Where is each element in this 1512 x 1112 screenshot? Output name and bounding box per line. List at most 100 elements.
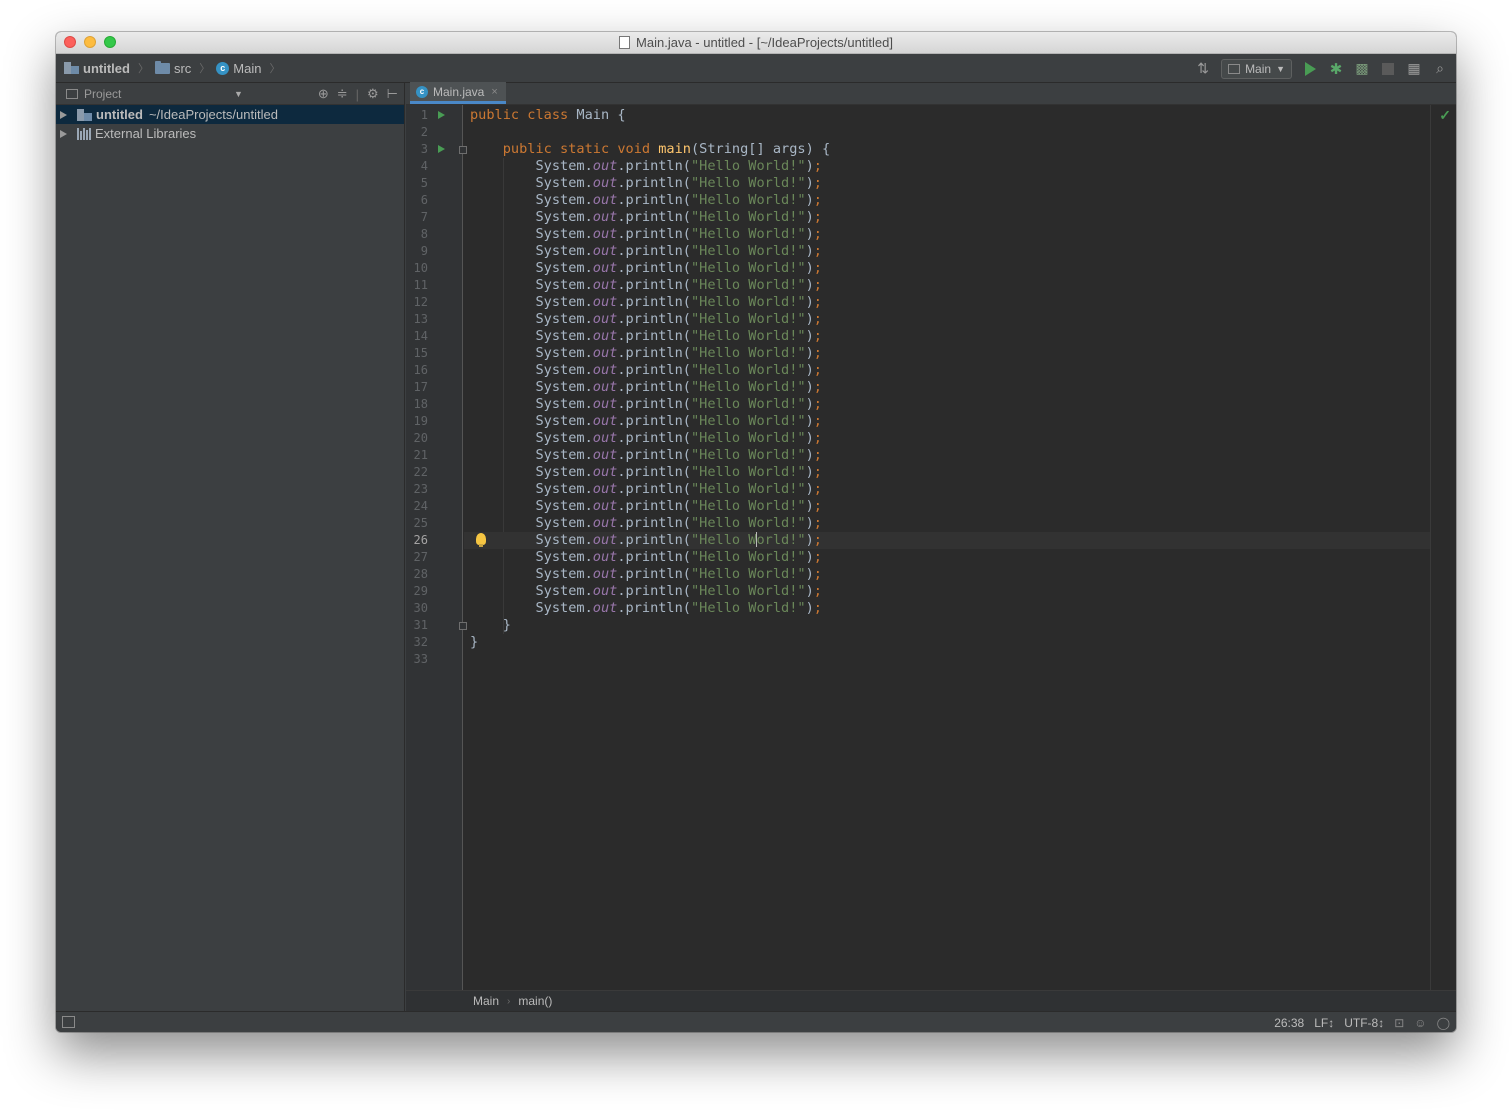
code-line[interactable]: System.out.println("Hello World!"); xyxy=(464,311,1430,328)
code-line[interactable]: } xyxy=(464,617,1430,634)
minimize-window-button[interactable] xyxy=(84,36,96,48)
error-stripe[interactable]: ✓ xyxy=(1430,105,1456,990)
lightbulb-icon[interactable] xyxy=(476,533,486,547)
close-tab-icon[interactable]: × xyxy=(491,86,497,98)
close-window-button[interactable] xyxy=(64,36,76,48)
code-line[interactable]: System.out.println("Hello World!"); xyxy=(464,515,1430,532)
tool-windows-icon[interactable] xyxy=(62,1016,75,1028)
run-button[interactable] xyxy=(1302,61,1318,77)
line-number[interactable]: 22 xyxy=(406,464,428,481)
line-number[interactable]: 30 xyxy=(406,600,428,617)
line-number-gutter[interactable]: 1 2 3 4 5 6 7 8 9 10 11 12 13 14 15 16 17 18 19 20 21 22 23 24 2… xyxy=(406,105,467,990)
code-line[interactable]: System.out.println("Hello World!"); xyxy=(464,447,1430,464)
tab-main-java[interactable]: c Main.java × xyxy=(410,82,506,104)
line-number[interactable]: 10 xyxy=(406,260,428,277)
line-number[interactable]: 19 xyxy=(406,413,428,430)
code-line[interactable]: System.out.println("Hello World!"); xyxy=(464,294,1430,311)
code-line[interactable] xyxy=(464,124,1430,141)
maximize-window-button[interactable] xyxy=(104,36,116,48)
code-line[interactable]: System.out.println("Hello World!"); xyxy=(464,260,1430,277)
line-number[interactable]: 20 xyxy=(406,430,428,447)
line-number[interactable]: 32 xyxy=(406,634,428,651)
caret-position[interactable]: 26:38 xyxy=(1274,1016,1304,1030)
code-line[interactable]: System.out.println("Hello World!"); xyxy=(464,192,1430,209)
code-line[interactable]: System.out.println("Hello World!"); xyxy=(464,209,1430,226)
code-line[interactable]: System.out.println("Hello World!"); xyxy=(464,566,1430,583)
code-line[interactable]: System.out.println("Hello World!"); xyxy=(464,362,1430,379)
code-line[interactable]: System.out.println("Hello World!"); xyxy=(464,243,1430,260)
nav-crumb-src[interactable]: src 〉 xyxy=(154,60,214,76)
code-line[interactable]: System.out.println("Hello World!"); xyxy=(464,379,1430,396)
code-line[interactable]: System.out.println("Hello World!"); xyxy=(464,430,1430,447)
line-number[interactable]: 33 xyxy=(406,651,428,668)
line-number[interactable]: 18 xyxy=(406,396,428,413)
line-number[interactable]: 3 xyxy=(406,141,428,158)
code-line[interactable]: System.out.println("Hello World!"); xyxy=(464,277,1430,294)
code-line[interactable]: System.out.println("Hello World!"); xyxy=(464,600,1430,617)
code-line[interactable]: System.out.println("Hello World!"); xyxy=(464,175,1430,192)
line-number[interactable]: 27 xyxy=(406,549,428,566)
run-configuration-dropdown[interactable]: Main ▼ xyxy=(1221,58,1292,79)
gear-icon[interactable]: ⚙ xyxy=(367,86,379,102)
dropdown-arrow-icon[interactable]: ▼ xyxy=(234,89,243,99)
line-number[interactable]: 17 xyxy=(406,379,428,396)
scroll-from-source-icon[interactable]: ⊕ xyxy=(318,86,329,102)
line-number[interactable]: 15 xyxy=(406,345,428,362)
code-line[interactable]: System.out.println("Hello World!"); xyxy=(464,413,1430,430)
expand-arrow-icon[interactable] xyxy=(60,110,67,119)
project-structure-button[interactable]: ▦ xyxy=(1406,60,1422,77)
collapse-all-icon[interactable]: ≑ xyxy=(337,86,348,102)
debug-button[interactable]: ✱ xyxy=(1328,61,1344,78)
run-gutter-icon[interactable] xyxy=(438,111,445,119)
run-with-coverage-button[interactable]: ▩ xyxy=(1354,60,1370,77)
code-line[interactable] xyxy=(464,651,1430,668)
line-number[interactable]: 23 xyxy=(406,481,428,498)
code-line[interactable]: System.out.println("Hello World!"); xyxy=(464,396,1430,413)
inspector-icon[interactable]: ☺ xyxy=(1414,1016,1426,1030)
nav-crumb-project[interactable]: untitled 〉 xyxy=(64,60,153,76)
line-number[interactable]: 9 xyxy=(406,243,428,260)
line-number[interactable]: 13 xyxy=(406,311,428,328)
build-icon[interactable]: ⇅ xyxy=(1195,60,1211,77)
code-area[interactable]: public class Main { public static void m… xyxy=(464,105,1430,990)
search-icon[interactable]: ⌕ xyxy=(1432,60,1448,77)
line-number[interactable]: 8 xyxy=(406,226,428,243)
nav-crumb-main[interactable]: c Main 〉 xyxy=(216,60,284,76)
expand-arrow-icon[interactable] xyxy=(60,129,67,138)
file-encoding[interactable]: UTF-8↕ xyxy=(1344,1016,1384,1030)
line-number[interactable]: 2 xyxy=(406,124,428,141)
line-number[interactable]: 6 xyxy=(406,192,428,209)
hide-panel-icon[interactable]: ⊢ xyxy=(387,86,398,102)
line-number[interactable]: 26 xyxy=(406,532,428,549)
code-line[interactable]: System.out.println("Hello World!"); xyxy=(464,532,1430,549)
run-gutter-icon[interactable] xyxy=(438,145,445,153)
line-number[interactable]: 12 xyxy=(406,294,428,311)
line-number[interactable]: 11 xyxy=(406,277,428,294)
code-line[interactable]: System.out.println("Hello World!"); xyxy=(464,583,1430,600)
breadcrumb-method[interactable]: main() xyxy=(518,994,552,1008)
tree-item-project[interactable]: untitled ~/IdeaProjects/untitled xyxy=(56,105,404,124)
line-number[interactable]: 25 xyxy=(406,515,428,532)
code-line[interactable]: public class Main { xyxy=(464,107,1430,124)
line-number[interactable]: 7 xyxy=(406,209,428,226)
code-line[interactable]: System.out.println("Hello World!"); xyxy=(464,226,1430,243)
code-line[interactable]: System.out.println("Hello World!"); xyxy=(464,498,1430,515)
breadcrumb-class[interactable]: Main xyxy=(473,994,499,1008)
line-separator[interactable]: LF↕ xyxy=(1314,1016,1334,1030)
lock-icon[interactable]: ⊡ xyxy=(1394,1016,1404,1030)
line-number[interactable]: 24 xyxy=(406,498,428,515)
line-number[interactable]: 14 xyxy=(406,328,428,345)
line-number[interactable]: 29 xyxy=(406,583,428,600)
code-line[interactable]: public static void main(String[] args) { xyxy=(464,141,1430,158)
code-line[interactable]: System.out.println("Hello World!"); xyxy=(464,464,1430,481)
code-line[interactable]: System.out.println("Hello World!"); xyxy=(464,328,1430,345)
project-panel-header[interactable]: Project ▼ ⊕ ≑ | ⚙ ⊢ xyxy=(56,83,404,105)
code-line[interactable]: System.out.println("Hello World!"); xyxy=(464,345,1430,362)
code-line[interactable]: System.out.println("Hello World!"); xyxy=(464,481,1430,498)
line-number[interactable]: 16 xyxy=(406,362,428,379)
line-number[interactable]: 28 xyxy=(406,566,428,583)
line-number[interactable]: 31 xyxy=(406,617,428,634)
event-log-icon[interactable]: ◯ xyxy=(1437,1016,1450,1030)
code-line[interactable]: } xyxy=(464,634,1430,651)
stop-button[interactable] xyxy=(1380,61,1396,77)
